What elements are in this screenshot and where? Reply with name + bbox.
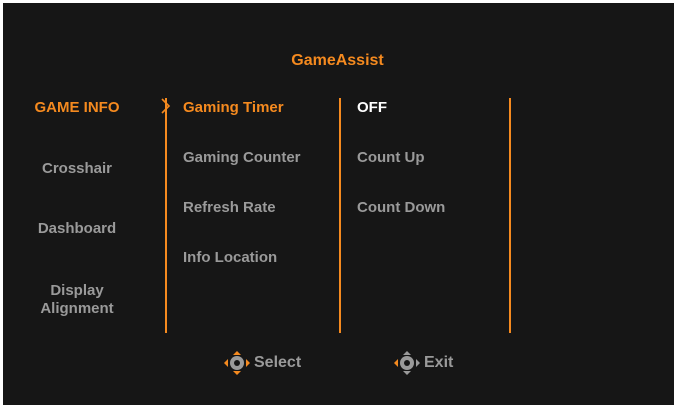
value-count-down[interactable]: Count Down: [357, 199, 445, 216]
category-display-alignment[interactable]: Display Alignment: [14, 282, 140, 318]
option-info-location[interactable]: Info Location: [183, 249, 277, 266]
joystick-icon: [394, 351, 420, 375]
category-game-info[interactable]: GAME INFO: [14, 99, 140, 117]
select-label: Select: [254, 354, 302, 371]
value-off[interactable]: OFF: [357, 99, 387, 116]
category-dashboard[interactable]: Dashboard: [14, 220, 140, 238]
value-count-up[interactable]: Count Up: [357, 149, 424, 166]
column-divider: [339, 98, 341, 333]
option-gaming-timer[interactable]: Gaming Timer: [183, 99, 284, 116]
select-hint: Select: [223, 351, 301, 375]
column-divider: [165, 98, 167, 333]
option-refresh-rate[interactable]: Refresh Rate: [183, 199, 276, 216]
menu-title: GameAssist: [291, 52, 384, 69]
column-divider: [509, 98, 511, 333]
exit-label: Exit: [424, 354, 454, 371]
category-crosshair[interactable]: Crosshair: [14, 160, 140, 178]
joystick-icon: [224, 351, 250, 375]
selection-arrow-icon: [161, 98, 171, 114]
option-gaming-counter[interactable]: Gaming Counter: [183, 149, 301, 166]
exit-hint: Exit: [393, 351, 453, 375]
